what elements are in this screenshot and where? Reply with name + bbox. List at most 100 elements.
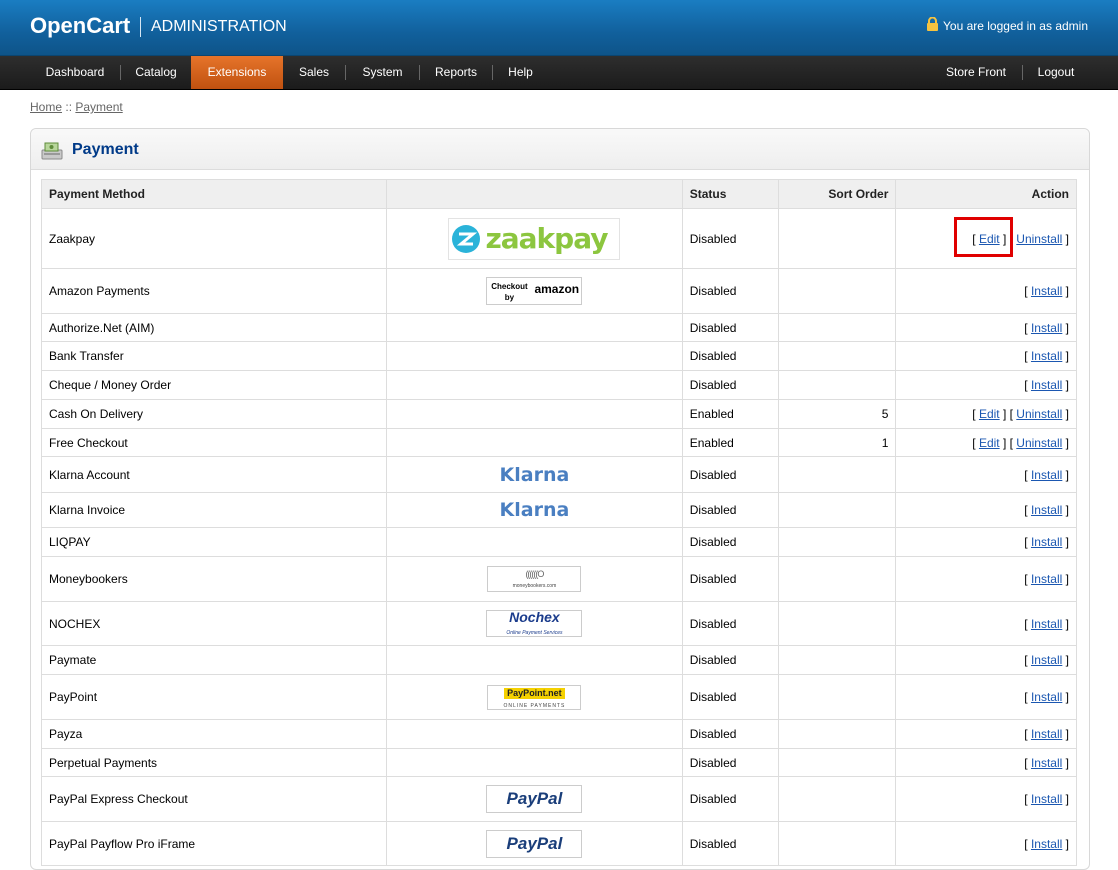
sort-order-cell (777, 645, 897, 675)
sort-order-cell (777, 313, 897, 342)
header-payment-method[interactable]: Payment Method (40, 179, 388, 209)
install-link[interactable]: Install (1031, 572, 1062, 586)
install-link[interactable]: Install (1031, 617, 1062, 631)
menu-system[interactable]: System (346, 56, 419, 89)
sort-order-cell (777, 492, 897, 528)
table-row: Payza Disabled [ Install ] (40, 719, 1077, 749)
breadcrumb: Home :: Payment (30, 100, 123, 114)
brand-logo[interactable]: OpenCart (30, 13, 130, 39)
payment-method-name: NOCHEX (40, 601, 388, 646)
sort-order-cell (777, 601, 897, 646)
menu-reports[interactable]: Reports (420, 56, 492, 89)
install-link[interactable]: Install (1031, 727, 1062, 741)
status-cell: Disabled (681, 492, 779, 528)
header-sort-order[interactable]: Sort Order (777, 179, 897, 209)
table-header-row: Payment Method Status Sort Order Action (40, 179, 1077, 209)
payment-method-name: Moneybookers (40, 556, 388, 602)
payment-logo-cell: PayPal (386, 821, 683, 866)
logged-in-text: You are logged in as admin (943, 19, 1088, 33)
action-cell: [ Install ] (895, 674, 1077, 720)
payment-logo-cell (386, 399, 683, 429)
paypal-logo: PayPal (486, 785, 583, 813)
payment-method-name: Zaakpay (40, 208, 388, 269)
table-row: Authorize.Net (AIM) Disabled [ Install ] (40, 313, 1077, 342)
uninstall-link[interactable]: Uninstall (1016, 436, 1062, 450)
status-cell: Disabled (681, 456, 779, 493)
menu-store-front[interactable]: Store Front (930, 56, 1022, 89)
payment-method-name: Authorize.Net (AIM) (40, 313, 388, 342)
top-header: OpenCart ADMINISTRATION You are logged i… (0, 0, 1118, 56)
sort-order-cell (777, 674, 897, 720)
install-link[interactable]: Install (1031, 792, 1062, 806)
sort-order-cell: 5 (777, 399, 897, 429)
sort-order-cell (777, 208, 897, 269)
action-cell: [ Install ] (895, 492, 1077, 528)
install-link[interactable]: Install (1031, 756, 1062, 770)
action-cell: [ Install ] (895, 527, 1077, 557)
payment-logo-cell: Nochex Online Payment Services (386, 601, 683, 646)
sort-order-cell (777, 821, 897, 866)
menu-catalog[interactable]: Catalog (121, 56, 191, 89)
install-link[interactable]: Install (1031, 378, 1062, 392)
payment-method-name: Amazon Payments (40, 268, 388, 314)
status-cell: Disabled (681, 748, 779, 777)
action-cell: [ Install ] (895, 341, 1077, 371)
payment-logo-cell: Klarna (386, 456, 683, 493)
install-link[interactable]: Install (1031, 535, 1062, 549)
install-link[interactable]: Install (1031, 468, 1062, 482)
table-row: Zaakpay zaakpay Disabled [ Edit ] [ Uninsta… (40, 208, 1077, 269)
box-heading: Payment (31, 129, 1089, 170)
page-title: Payment (72, 141, 139, 158)
payment-logo-cell (386, 341, 683, 371)
install-link[interactable]: Install (1031, 503, 1062, 517)
table-row: Paymate Disabled [ Install ] (40, 645, 1077, 675)
payment-method-name: Payza (40, 719, 388, 749)
payment-table: Payment Method Status Sort Order Action … (40, 179, 1077, 866)
payment-method-name: PayPal Express Checkout (40, 776, 388, 822)
install-link[interactable]: Install (1031, 349, 1062, 363)
status-cell: Disabled (681, 719, 779, 749)
status-cell: Enabled (681, 399, 779, 429)
menu-dashboard[interactable]: Dashboard (30, 56, 120, 89)
menu-logout[interactable]: Logout (1023, 56, 1089, 89)
status-cell: Disabled (681, 776, 779, 822)
table-row: LIQPAY Disabled [ Install ] (40, 527, 1077, 557)
install-link[interactable]: Install (1031, 690, 1062, 704)
payment-logo-cell (386, 370, 683, 400)
sort-order-cell (777, 268, 897, 314)
action-cell: [ Edit ] [ Uninstall ] (895, 399, 1077, 429)
install-link[interactable]: Install (1031, 653, 1062, 667)
table-row: Cheque / Money Order Disabled [ Install ] (40, 370, 1077, 400)
edit-link[interactable]: Edit (979, 436, 1000, 450)
payment-logo-cell (386, 428, 683, 457)
edit-link[interactable]: Edit (979, 232, 1000, 246)
table-row: PayPal Express Checkout PayPal Disabled [ I… (40, 776, 1077, 822)
menu-sales[interactable]: Sales (283, 56, 345, 89)
header-status[interactable]: Status (681, 179, 779, 209)
install-link[interactable]: Install (1031, 837, 1062, 851)
menu-help[interactable]: Help (493, 56, 548, 89)
payment-method-name: Paymate (40, 645, 388, 675)
payment-method-name: PayPal Payflow Pro iFrame (40, 821, 388, 866)
amazon-checkout-text: Checkout by (491, 282, 528, 302)
payment-icon (41, 142, 63, 160)
uninstall-link[interactable]: Uninstall (1016, 232, 1062, 246)
action-cell: [ Install ] (895, 776, 1077, 822)
breadcrumb-home[interactable]: Home (30, 100, 62, 114)
action-cell: [ Install ] (895, 456, 1077, 493)
klarna-logo: Klarna (499, 463, 570, 486)
status-cell: Disabled (681, 674, 779, 720)
status-cell: Disabled (681, 821, 779, 866)
status-cell: Disabled (681, 527, 779, 557)
table-row: PayPoint PayPoint.net ONLINE PAYMENTS Disab… (40, 674, 1077, 720)
action-cell: [ Install ] (895, 601, 1077, 646)
uninstall-link[interactable]: Uninstall (1016, 407, 1062, 421)
edit-link[interactable]: Edit (979, 407, 1000, 421)
status-cell: Disabled (681, 601, 779, 646)
breadcrumb-payment[interactable]: Payment (75, 100, 122, 114)
brand-divider (140, 17, 141, 37)
install-link[interactable]: Install (1031, 284, 1062, 298)
sort-order-cell (777, 776, 897, 822)
install-link[interactable]: Install (1031, 321, 1062, 335)
menu-extensions[interactable]: Extensions (191, 56, 283, 89)
